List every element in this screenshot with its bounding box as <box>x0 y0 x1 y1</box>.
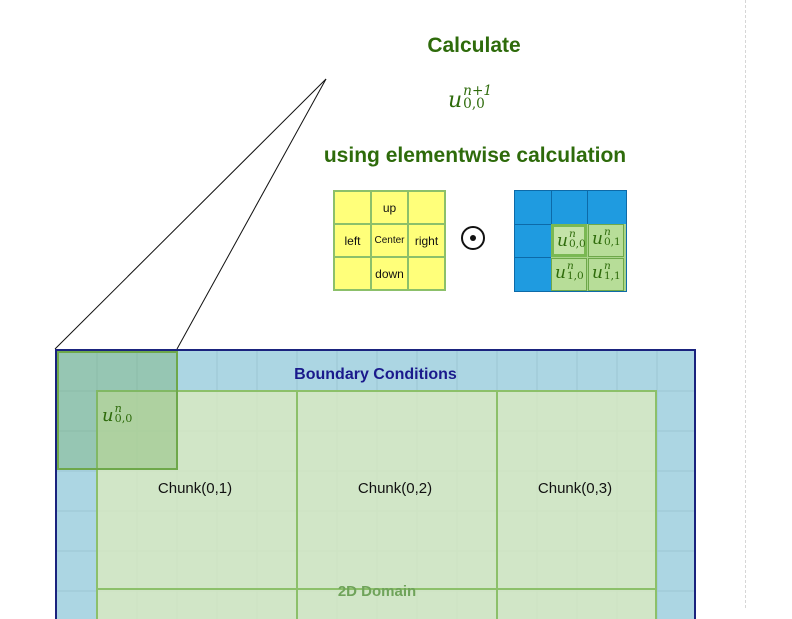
stencil-cell <box>408 257 445 290</box>
target-sub: 0,0 <box>463 95 485 112</box>
stencil-cell-center: Center <box>371 224 408 257</box>
cell-sub: 0,0 <box>114 412 133 426</box>
chunk-label-0-1: Chunk(0,1) <box>157 480 233 497</box>
calculate-heading: Calculate <box>427 34 521 57</box>
cell-base: u <box>555 263 566 283</box>
target-variable: u n+1 0,0 <box>448 85 492 113</box>
cell-base: u <box>102 405 114 426</box>
stencil-cell-right: right <box>408 224 445 257</box>
stencil-cell-left: left <box>334 224 371 257</box>
chunk-label-0-3: Chunk(0,3) <box>537 480 613 497</box>
cell-sub: 0,1 <box>603 235 621 248</box>
cell-base: u <box>592 263 603 283</box>
chunk-divider <box>296 392 298 619</box>
stencil-cell <box>334 191 371 224</box>
field-cell-1-1: u n 1,1 <box>588 258 624 291</box>
odot-icon <box>461 226 485 250</box>
field-cell-0-1: u n 0,1 <box>588 224 624 257</box>
field-cell-1-0: u n 1,0 <box>551 258 587 291</box>
stencil-cell <box>334 257 371 290</box>
domain-panel: Boundary Conditions Chunk(0,1) Chunk(0,2… <box>55 349 696 619</box>
field-cell-0-0: u n 0,0 <box>551 224 587 257</box>
stencil-cell <box>408 191 445 224</box>
cell-sub: 1,1 <box>603 269 621 282</box>
stencil-cell-down: down <box>371 257 408 290</box>
stencil-cell-up: up <box>371 191 408 224</box>
page-divider <box>745 0 746 608</box>
chunk-divider <box>496 392 498 619</box>
stencil-grid: up left Center right down <box>333 190 446 291</box>
chunk-label-0-2: Chunk(0,2) <box>357 480 433 497</box>
target-base: u <box>448 88 463 113</box>
cell-sub: 1,0 <box>566 269 584 282</box>
cell-sub: 0,0 <box>568 237 586 250</box>
cell-base: u <box>557 231 568 251</box>
cell-base: u <box>592 229 603 249</box>
field-grid: u n 0,0 u n 0,1 u n 1,0 u n 1,1 <box>514 190 627 292</box>
stencil-window-highlight: u n 0,0 <box>57 351 178 470</box>
method-heading: using elementwise calculation <box>323 144 627 167</box>
domain-label: 2D Domain <box>337 583 417 600</box>
